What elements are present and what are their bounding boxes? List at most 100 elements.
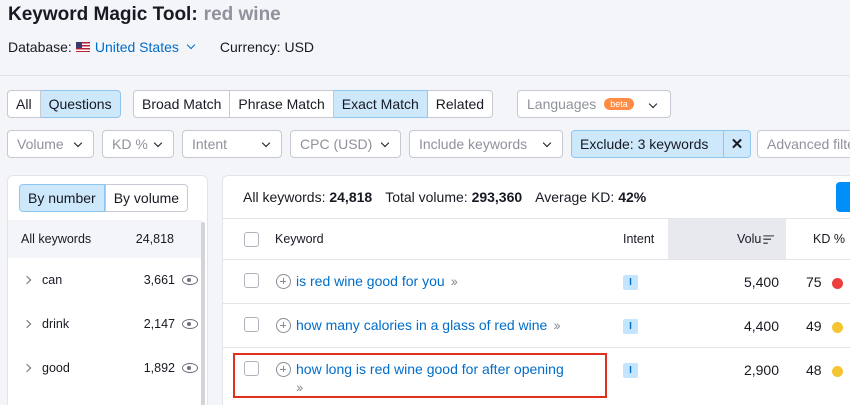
chevron-down-icon (542, 138, 552, 148)
chevron-down-icon (380, 138, 390, 148)
tab-questions[interactable]: Questions (40, 90, 121, 118)
languages-label: Languages (527, 96, 597, 112)
chevron-down-icon (648, 99, 658, 109)
currency-label: Currency: USD (219, 39, 315, 55)
average-kd-summary: Average KD: 42% (535, 189, 646, 205)
chevron-down-icon (186, 40, 196, 50)
add-to-list-button[interactable] (836, 182, 850, 212)
chevron-down-icon (261, 138, 271, 148)
database-value: United States (94, 39, 179, 55)
tab-related[interactable]: Related (427, 90, 494, 118)
cpc-filter-label: CPC (USD) (300, 136, 373, 152)
database-label: Database: (8, 39, 72, 55)
all-keywords-count: 24,818 (135, 232, 174, 246)
keyword-text: is red wine good for you (296, 273, 445, 289)
chevron-down-icon (73, 138, 83, 148)
volume-column-header[interactable]: Volu (737, 219, 775, 259)
chevron-right-icon[interactable] (22, 363, 32, 373)
kd-value: 49 (806, 318, 822, 334)
beta-badge: beta (604, 98, 634, 110)
all-keywords-label: All keywords (21, 232, 92, 246)
table-row: is red wine good for you ›› I 5,400 75 (223, 260, 850, 304)
row-checkbox[interactable] (244, 273, 259, 288)
group-name: drink (42, 317, 70, 331)
total-volume-summary: Total volume: 293,360 (385, 189, 522, 205)
table-row: how many calories in a glass of red wine… (223, 304, 850, 348)
us-flag-icon (75, 42, 90, 52)
intent-badge: I (623, 319, 638, 334)
cpc-filter[interactable]: CPC (USD) (290, 130, 401, 158)
select-all-checkbox[interactable] (244, 232, 259, 247)
all-keywords-summary-label: All keywords: (243, 189, 326, 205)
all-keywords-group[interactable]: All keywords 24,818 (8, 220, 202, 258)
all-keywords-summary: All keywords: 24,818 (243, 189, 372, 205)
group-count: 3,661 (143, 273, 175, 287)
group-item[interactable]: drink 2,147 (8, 302, 202, 346)
summary-bar: All keywords: 24,818 Total volume: 293,3… (243, 189, 646, 205)
divider (0, 75, 850, 76)
intent-badge: I (623, 363, 638, 378)
eye-icon[interactable] (182, 275, 198, 285)
volume-filter[interactable]: Volume (7, 130, 94, 158)
volume-column-label: Volu (737, 232, 762, 246)
volume-value: 4,400 (743, 318, 779, 334)
add-keyword-icon[interactable] (276, 274, 291, 289)
match-tabs: Broad Match Phrase Match Exact Match Rel… (133, 90, 494, 118)
group-count: 2,147 (143, 317, 175, 331)
all-keywords-summary-value: 24,818 (329, 189, 373, 205)
intent-column-header[interactable]: Intent (623, 219, 654, 259)
chevron-down-icon (153, 138, 163, 148)
intent-badge: I (623, 275, 638, 290)
row-checkbox[interactable] (244, 317, 259, 332)
keyword-link[interactable]: is red wine good for you ›› (296, 273, 458, 289)
keyword-groups-panel: By number By volume All keywords 24,818 … (7, 175, 208, 405)
group-name: good (42, 361, 70, 375)
kd-filter[interactable]: KD % (102, 130, 174, 158)
database-select[interactable]: United States (75, 39, 196, 55)
by-number-button[interactable]: By number (19, 184, 105, 212)
total-volume-label: Total volume: (385, 189, 468, 205)
tab-broad-match[interactable]: Broad Match (133, 90, 231, 118)
kd-column-header[interactable]: KD % (813, 219, 845, 259)
languages-select[interactable]: Languages beta (517, 90, 671, 118)
table-header: Keyword Intent Volu KD % (223, 218, 850, 260)
exclude-filter-label: Exclude: 3 keywords (580, 136, 709, 152)
scope-tabs: All Questions (7, 90, 121, 118)
eye-icon[interactable] (182, 363, 198, 373)
group-sort-toggle: By number By volume (19, 184, 189, 212)
kd-value: 75 (806, 274, 822, 290)
intent-filter[interactable]: Intent (182, 130, 282, 158)
group-item[interactable]: good 1,892 (8, 346, 202, 390)
kd-value: 48 (806, 362, 822, 378)
kd-difficulty-dot (832, 278, 843, 289)
scrollbar[interactable] (201, 222, 205, 405)
exclude-filter[interactable]: Exclude: 3 keywords ✕ (571, 130, 751, 158)
kd-difficulty-dot (832, 366, 843, 377)
highlight-box (233, 353, 607, 398)
page-title: Keyword Magic Tool: red wine (8, 4, 281, 26)
average-kd-label: Average KD: (535, 189, 615, 205)
eye-icon[interactable] (182, 319, 198, 329)
double-chevron-right-icon[interactable]: ›› (451, 273, 458, 289)
add-keyword-icon[interactable] (276, 318, 291, 333)
total-volume-value: 293,360 (471, 189, 523, 205)
volume-filter-label: Volume (17, 136, 64, 152)
advanced-filters[interactable]: Advanced filters (757, 130, 850, 158)
tab-phrase-match[interactable]: Phrase Match (230, 90, 334, 118)
tab-exact-match[interactable]: Exact Match (333, 90, 428, 118)
tab-all[interactable]: All (7, 90, 41, 118)
include-keywords-filter[interactable]: Include keywords (409, 130, 563, 158)
by-volume-button[interactable]: By volume (104, 184, 189, 212)
close-icon[interactable]: ✕ (723, 131, 750, 157)
volume-value: 5,400 (743, 274, 779, 290)
chevron-right-icon[interactable] (22, 275, 32, 285)
keyword-link[interactable]: how many calories in a glass of red wine… (296, 317, 561, 333)
keyword-column-header[interactable]: Keyword (275, 219, 324, 259)
intent-filter-label: Intent (192, 136, 228, 152)
group-item[interactable]: can 3,661 (8, 258, 202, 302)
chevron-right-icon[interactable] (22, 319, 32, 329)
query-text: red wine (203, 4, 281, 25)
group-name: can (42, 273, 63, 287)
group-count: 1,892 (143, 361, 175, 375)
double-chevron-right-icon[interactable]: ›› (553, 317, 560, 333)
